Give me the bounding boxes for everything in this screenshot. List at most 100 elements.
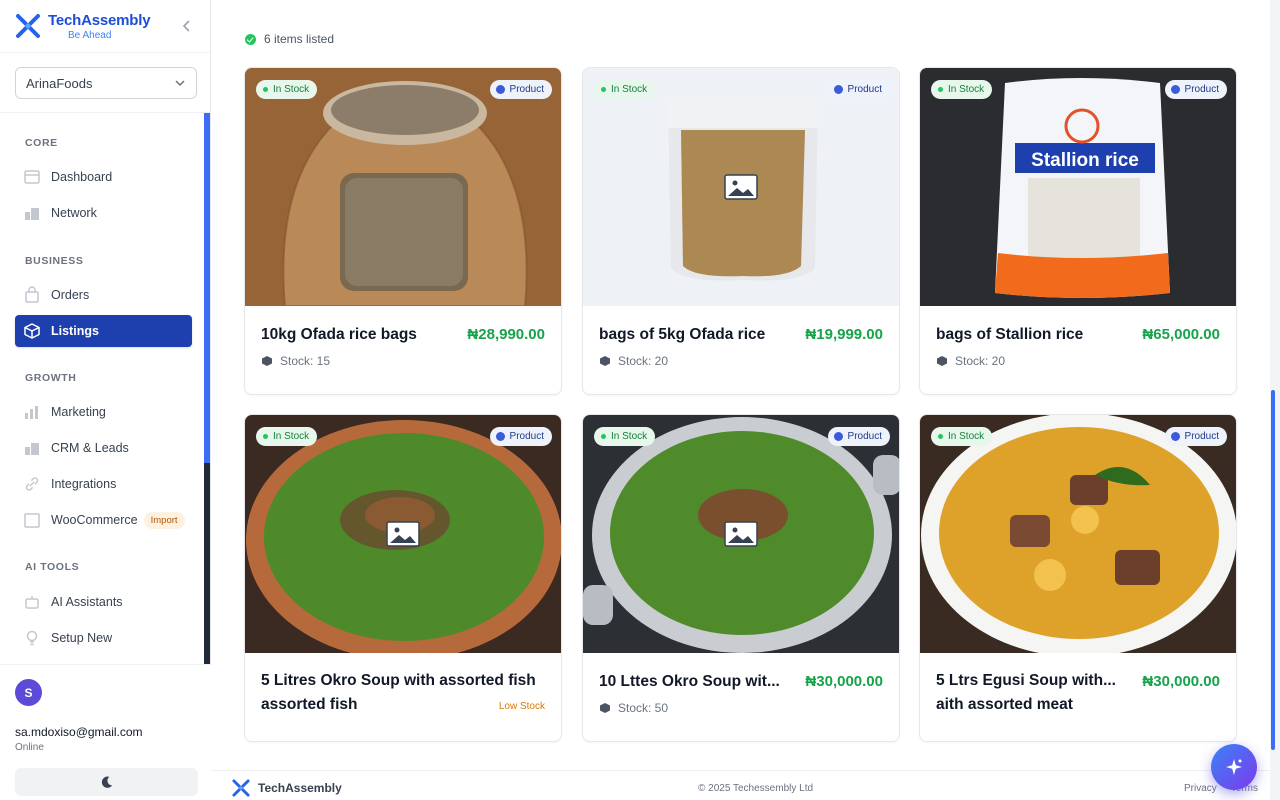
product-type-badge: Product [1164,427,1227,446]
in-stock-badge: In Stock [931,80,993,99]
product-type-badge: Product [1164,80,1227,99]
sidebar-item-label: Integrations [51,477,117,491]
brand-tagline: Be Ahead [68,29,112,41]
sidebar-item-marketing[interactable]: Marketing [15,396,192,428]
product-price: ₦65,000.00 [1142,326,1220,343]
bulb-icon [26,630,38,646]
sidebar-item-label: Dashboard [51,170,113,184]
users-icon [25,443,39,455]
product-price: ₦28,990.00 [467,326,545,343]
product-card[interactable]: Stallion rice In Stock Product bags of S… [919,67,1237,395]
box-icon [937,356,947,366]
footer-brand-name: TechAssembly [258,781,342,795]
product-title[interactable]: 10 Lttes Okro Soup wit... [599,673,789,691]
sidebar-item-label: Orders [51,288,90,302]
egusi-soup-image [920,415,1236,653]
brand-name: TechAssembly [48,11,151,29]
product-stock: Stock: 20 [599,354,668,368]
product-type-label: Product [1184,84,1219,95]
product-card[interactable]: In Stock Product 10 Lttes Okro Soup wit.… [582,414,900,742]
network-icon [25,208,39,220]
footer: TechAssembly © 2025 Techessembly Ltd Pri… [211,770,1270,800]
dashboard-icon [24,170,40,184]
sidebar-item-label: Listings [51,324,99,338]
box-icon [600,703,610,713]
product-type-label: Product [1184,431,1219,442]
product-stock-text: Stock: 20 [618,354,669,368]
product-image[interactable]: In Stock Product [920,415,1236,653]
product-title[interactable]: 5 Ltrs Egusi Soup with... aith assorted … [936,669,1126,717]
stallion-rice-bag-image: Stallion rice [920,68,1236,306]
in-stock-badge: In Stock [256,80,318,99]
avatar[interactable]: S [15,679,42,706]
sidebar-item-orders[interactable]: Orders [15,279,192,311]
in-stock-badge: In Stock [594,427,656,446]
sidebar-item-setup-new[interactable]: Setup New [15,622,192,654]
sidebar-item-woocommerce[interactable]: WooCommerce Import [15,504,192,536]
product-stock-text: Stock: 20 [955,354,1006,368]
product-type-label: Product [847,431,882,442]
product-card[interactable]: In Stock Product 5 Litres Okro Soup with… [244,414,562,742]
sidebar-item-label: Network [51,206,97,220]
product-stock: Stock: 50 [599,701,668,715]
footer-brand[interactable]: TechAssembly [231,778,342,798]
product-card[interactable]: In Stock Product 10kg Ofada rice bags ₦2… [244,67,562,395]
moon-icon [101,776,113,788]
product-title[interactable]: 10kg Ofada rice bags [261,326,451,344]
ai-assistant-button[interactable] [1211,744,1257,790]
sidebar-item-label: Marketing [51,405,106,419]
product-type-badge: Product [489,427,552,446]
organization-select[interactable]: ArinaFoods [15,67,197,99]
product-image[interactable]: In Stock Product [583,68,899,306]
sidebar-item-label: WooCommerce [51,513,138,527]
product-title[interactable]: bags of 5kg Ofada rice [599,326,789,344]
brand[interactable]: TechAssembly Be Ahead [0,0,210,53]
product-card[interactable]: In Stock Product 5 Ltrs Egusi Soup with.… [919,414,1237,742]
sparkle-icon [1226,759,1242,775]
listing-count-text: 6 items listed [264,32,335,46]
product-card[interactable]: In Stock Product bags of 5kg Ofada rice … [582,67,900,395]
nav-section-growth: GROWTH [25,372,77,384]
sidebar-item-dashboard[interactable]: Dashboard [15,161,192,193]
in-stock-badge: In Stock [256,427,318,446]
box-icon [24,323,40,339]
sidebar-item-listings[interactable]: Listings [15,315,192,347]
nav-section-core: CORE [25,137,58,149]
image-placeholder-icon [724,174,758,200]
user-panel: S sa.mdoxiso@gmail.com Online [0,664,211,800]
chevron-left-icon[interactable] [180,19,194,33]
sidebar: TechAssembly Be Ahead ArinaFoods CORE Da… [0,0,211,800]
product-type-label: Product [509,431,544,442]
sidebar-item-integrations[interactable]: Integrations [15,468,192,500]
product-image[interactable]: Stallion rice In Stock Product [920,68,1236,306]
product-type-badge: Product [827,80,890,99]
page-scrollbar[interactable] [1270,0,1280,800]
product-image[interactable]: In Stock Product [245,415,561,653]
low-stock-label: Low Stock [498,701,545,712]
product-image[interactable]: In Stock Product [245,68,561,306]
product-type-icon [1170,432,1180,441]
orders-icon [25,286,39,303]
page-scrollbar-thumb[interactable] [1271,390,1275,750]
product-image[interactable]: In Stock Product [583,415,899,653]
product-stock-text: Stock: 15 [280,354,331,368]
sidebar-item-ai-assistants[interactable]: AI Assistants [15,586,192,618]
privacy-link[interactable]: Privacy [1184,783,1217,794]
sidebar-item-network[interactable]: Network [15,197,192,229]
nav-section-ai-tools: AI TOOLS [25,561,80,573]
sidebar-scrollbar-thumb[interactable] [204,113,210,463]
image-placeholder-icon [386,521,420,547]
product-title[interactable]: bags of Stallion rice [936,326,1126,344]
chevron-down-icon [175,80,185,87]
techassembly-logo-icon [232,779,250,797]
chart-icon [25,406,38,419]
user-email: sa.mdoxiso@gmail.com [15,725,143,739]
sidebar-item-label: AI Assistants [51,595,123,609]
box-icon [262,356,272,366]
in-stock-badge: In Stock [931,427,993,446]
techassembly-logo-icon [16,14,40,38]
sidebar-scrollbar[interactable] [204,113,210,664]
theme-toggle-button[interactable] [15,768,198,796]
sidebar-item-crm-leads[interactable]: CRM & Leads [15,432,192,464]
sidebar-item-label: CRM & Leads [51,441,129,455]
